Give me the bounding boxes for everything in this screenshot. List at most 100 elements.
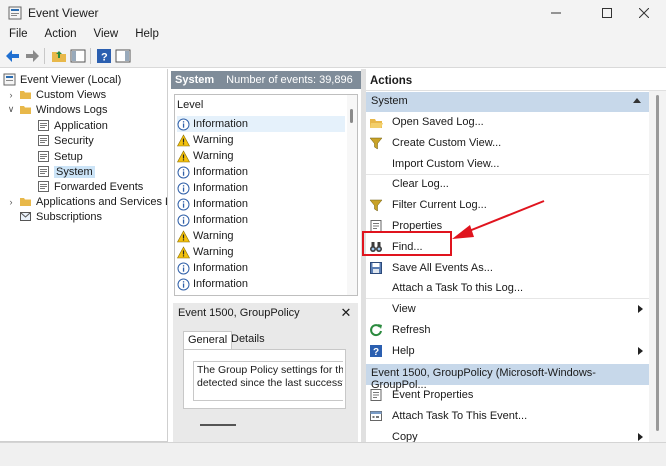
tab-general[interactable]: General [183,331,233,349]
action-clear-log[interactable]: Clear Log... [366,174,649,194]
event-level: Information [193,262,249,274]
action-label: Attach Task To This Event... [392,409,528,422]
info-icon [177,214,190,226]
event-level: Warning [193,246,234,258]
scrollbar-thumb[interactable] [656,95,659,431]
event-detail-header: Event 1500, GroupPolicy [173,303,358,323]
actions-section-event[interactable]: Event 1500, GroupPolicy (Microsoft-Windo… [366,364,649,391]
funnel-icon [369,199,383,212]
status-bar [0,442,666,466]
submenu-arrow-icon [638,346,643,355]
menu-file[interactable]: File [0,26,36,44]
forward-icon[interactable] [24,48,40,64]
tree-label: Custom Views [36,88,107,101]
event-description[interactable]: The Group Policy settings for th detecte… [193,361,343,401]
event-row[interactable]: Information [177,196,345,212]
log-icon [38,135,49,146]
toolbar: ? [0,44,666,68]
tree-item-system[interactable]: System [37,164,95,179]
tab-details[interactable]: Details [227,331,269,349]
action-create-custom-view[interactable]: Create Custom View... [366,133,649,153]
close-button[interactable] [622,0,666,26]
event-row[interactable]: Warning [177,148,345,164]
event-row[interactable]: Information [177,260,345,276]
refresh-icon [370,324,382,337]
tree-label: System [54,165,95,178]
event-level: Information [193,278,249,290]
warning-icon [177,133,190,146]
action-label: Attach a Task To this Log... [392,282,524,295]
navigation-tree: Event Viewer (Local) › Custom Views ∨ Wi… [0,69,168,442]
event-row[interactable]: Warning [177,228,345,244]
action-event-properties[interactable]: Event Properties [366,385,649,405]
events-list[interactable]: Level Information Warning Warning Informati… [174,94,358,296]
action-label: Create Custom View... [392,136,502,149]
event-row[interactable]: Warning [177,132,345,148]
minimize-icon [551,12,561,14]
actions-section-system[interactable]: System [366,92,649,112]
warning-icon [177,149,190,162]
event-row[interactable]: Warning [177,244,345,260]
event-level: Information [193,214,249,226]
help-icon[interactable]: ? [96,48,112,64]
tree-item-application[interactable]: Application [37,118,108,133]
action-help[interactable]: ? Help [366,341,649,361]
toolbar-separator [90,48,91,64]
task-icon [370,410,382,421]
action-refresh[interactable]: Refresh [366,320,649,340]
event-row[interactable]: Information [177,212,345,228]
actions-scrollbar[interactable] [649,91,666,442]
tree-item-applications-and-services[interactable]: › Applications and Services Lo [6,194,168,209]
chevron-right-icon[interactable]: › [6,90,16,100]
action-open-saved-log[interactable]: Open Saved Log... [366,112,649,132]
event-row[interactable]: Information [177,180,345,196]
collapse-icon[interactable] [633,98,641,103]
properties-icon [370,389,382,401]
help-icon: ? [370,344,382,358]
tree-item-windows-logs[interactable]: ∨ Windows Logs [6,102,108,117]
minimize-button[interactable] [534,0,578,26]
tree-label: Security [54,134,94,147]
action-attach-a-task-to-this-log[interactable]: Attach a Task To this Log... [366,278,649,298]
tree-item-forwarded-events[interactable]: Forwarded Events [37,179,143,194]
event-row[interactable]: Information [177,276,345,292]
folder-icon [20,106,31,114]
menu-help[interactable]: Help [126,26,167,44]
log-icon [38,151,49,162]
subscriptions-icon [20,212,31,221]
chevron-right-icon[interactable]: › [6,197,16,207]
action-import-custom-view[interactable]: Import Custom View... [366,154,649,174]
chevron-down-icon[interactable]: ∨ [6,104,16,115]
event-level: Information [193,166,249,178]
event-row[interactable]: Information [177,116,345,132]
tree-item-event-viewer-local[interactable]: Event Viewer (Local) [3,72,121,87]
horizontal-scrollbar-thumb[interactable] [200,424,236,426]
action-save-all-events-as[interactable]: Save All Events As... [366,258,649,278]
event-row[interactable]: Information [177,164,345,180]
folder-icon [20,91,31,99]
menu-view[interactable]: View [85,26,127,44]
events-scrollbar[interactable] [347,95,357,295]
scrollbar-thumb[interactable] [350,109,353,123]
tree-item-setup[interactable]: Setup [37,149,83,164]
tree-label: Windows Logs [36,103,108,116]
action-view[interactable]: View [366,299,649,319]
section-label: System [371,95,408,107]
action-attach-task-to-this-event[interactable]: Attach Task To This Event... [366,406,649,426]
menu-action[interactable]: Action [36,26,85,44]
folder-icon [20,198,31,206]
svg-text:?: ? [101,52,108,64]
tree-item-security[interactable]: Security [37,133,94,148]
event-level: Information [193,182,249,194]
show-action-pane-icon[interactable] [115,48,131,64]
info-icon [177,166,190,178]
up-folder-icon[interactable] [51,48,67,64]
tree-item-custom-views[interactable]: › Custom Views [6,87,107,102]
tree-item-subscriptions[interactable]: Subscriptions [19,209,102,224]
action-label: Copy [392,430,418,443]
column-header-level[interactable]: Level [177,99,203,111]
close-detail-icon[interactable]: ✕ [339,306,353,320]
action-separator [366,298,649,299]
back-icon[interactable] [5,48,21,64]
show-hide-tree-icon[interactable] [70,48,86,64]
